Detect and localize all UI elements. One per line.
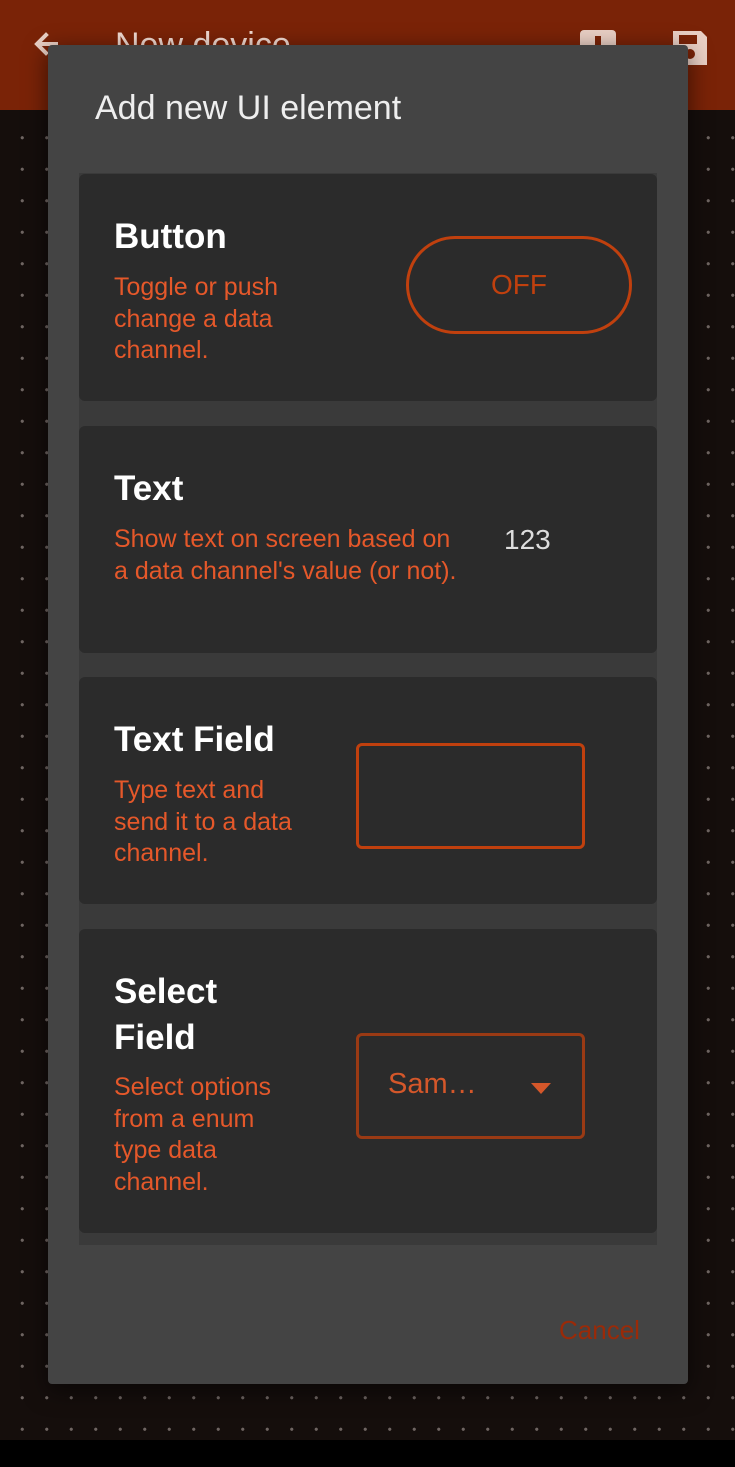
- system-nav-bar: [0, 1440, 735, 1467]
- element-option-button[interactable]: Button Toggle or push change a data chan…: [79, 174, 657, 401]
- text-preview: 123: [504, 524, 551, 555]
- select-value: Sam…: [388, 1068, 477, 1100]
- text-field-preview[interactable]: [356, 743, 585, 849]
- dropdown-arrow-icon: [531, 1083, 551, 1094]
- option-title: Select Field: [114, 972, 218, 1057]
- element-option-text-field[interactable]: Text Field Type text and send it to a da…: [79, 677, 657, 904]
- option-title: Button: [114, 217, 227, 256]
- add-element-dialog: Add new UI element Button Toggle or push…: [48, 45, 688, 1384]
- select-field-preview[interactable]: Sam…: [356, 1033, 585, 1139]
- option-title: Text Field: [114, 720, 275, 759]
- option-description: Toggle or push change a data channel.: [114, 273, 279, 364]
- element-option-select-field[interactable]: Select Field Select options from a enum …: [79, 929, 657, 1233]
- option-title: Text: [114, 469, 184, 508]
- option-description: Show text on screen based on a data chan…: [114, 525, 457, 585]
- element-option-text[interactable]: Text Show text on screen based on a data…: [79, 426, 657, 653]
- option-description: Select options from a enum type data cha…: [114, 1073, 272, 1196]
- dialog-title: Add new UI element: [95, 89, 402, 127]
- cancel-button[interactable]: Cancel: [559, 1315, 640, 1346]
- option-description: Type text and send it to a data channel.: [114, 776, 292, 867]
- button-preview[interactable]: OFF: [406, 236, 632, 334]
- element-list[interactable]: Button Toggle or push change a data chan…: [79, 173, 657, 1245]
